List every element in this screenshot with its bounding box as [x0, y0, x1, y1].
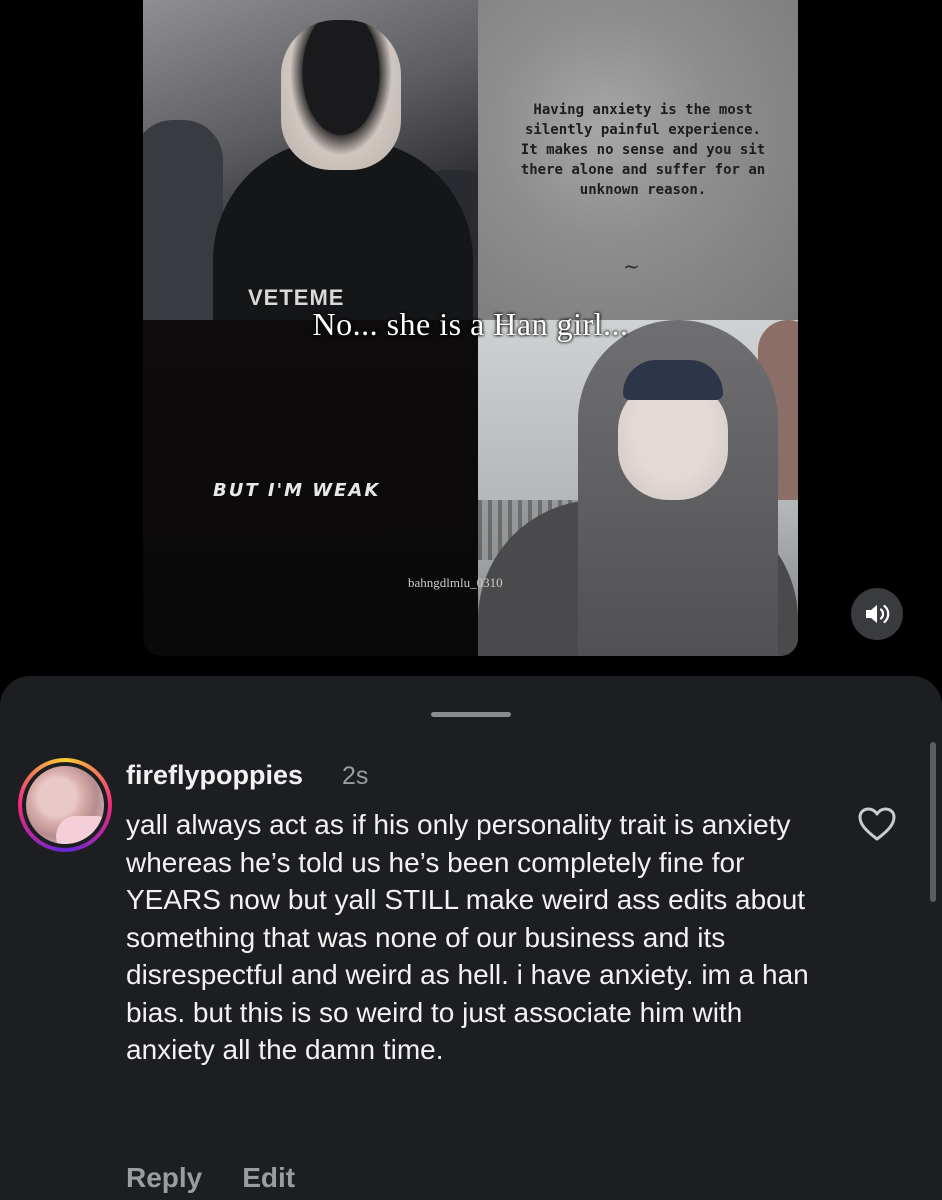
edit-button[interactable]: Edit: [242, 1162, 295, 1194]
sound-toggle-button[interactable]: [851, 588, 903, 640]
comment-timestamp: 2s: [342, 762, 369, 790]
photo-top-left: VETEME: [143, 0, 508, 340]
watermark: bahngdlmlu_0310: [408, 575, 503, 590]
avatar[interactable]: [26, 766, 104, 844]
scrollbar[interactable]: [930, 742, 936, 902]
comment-username[interactable]: fireflypoppies: [126, 760, 303, 791]
reply-button[interactable]: Reply: [126, 1162, 202, 1194]
quote-ornament: ~: [623, 254, 640, 278]
video-player[interactable]: VETEME Having anxiety is the most silent…: [143, 0, 798, 656]
dark-panel: BUT I'M WEAK: [143, 320, 478, 656]
quote-panel: Having anxiety is the most silently pain…: [478, 0, 798, 320]
comment-actions: Reply Edit: [126, 1162, 295, 1194]
sheet-grab-handle[interactable]: [431, 712, 511, 717]
video-subtitle: No... she is a Han girl...: [312, 306, 629, 342]
quote-text: Having anxiety is the most silently pain…: [520, 102, 766, 198]
photo-bottom-right: [478, 320, 798, 656]
comment-text: yall always act as if his only personali…: [126, 809, 809, 1065]
story-ring[interactable]: [18, 758, 112, 852]
weak-caption: BUT I'M WEAK: [213, 480, 381, 501]
heart-outline-icon[interactable]: [857, 806, 897, 842]
comments-sheet: fireflypoppies 2s yall always act as if …: [0, 676, 942, 1200]
speaker-on-icon: [866, 604, 890, 624]
